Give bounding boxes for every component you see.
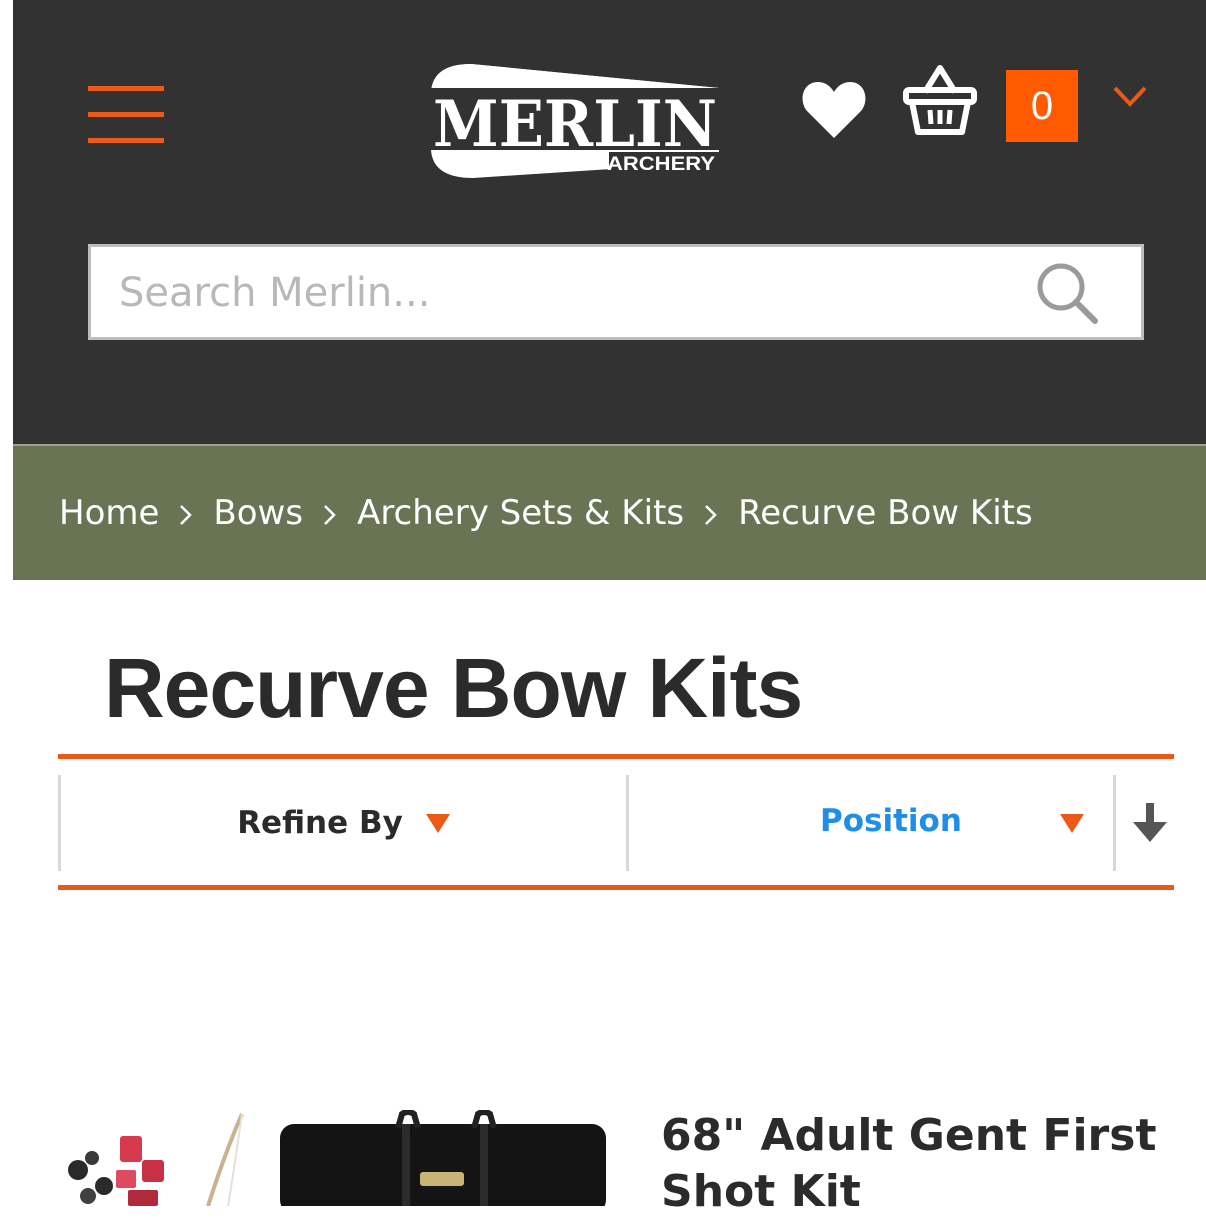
site-header: MERLIN ARCHERY 0: [13, 0, 1206, 444]
page-title: Recurve Bow Kits: [104, 641, 803, 735]
chevron-right-icon: [303, 493, 357, 533]
search-icon[interactable]: [1035, 261, 1099, 325]
search-input[interactable]: [117, 247, 1001, 339]
logo-sub-text: ARCHERY: [607, 154, 715, 175]
basket-icon[interactable]: [903, 62, 977, 138]
logo-main-text: MERLIN: [433, 87, 717, 162]
toolbar-divider: [1113, 775, 1116, 871]
search-bar: [88, 244, 1144, 340]
product-image[interactable]: [58, 1110, 618, 1206]
breadcrumb-bows[interactable]: Bows: [213, 493, 303, 533]
breadcrumb-archery-sets-kits[interactable]: Archery Sets & Kits: [357, 493, 684, 533]
arrow-down-icon[interactable]: [1132, 802, 1168, 844]
toolbar-divider: [626, 775, 629, 871]
refine-by-label: Refine By: [237, 805, 403, 841]
sort-selected-value: Position: [820, 803, 962, 839]
sort-select[interactable]: Position: [631, 774, 1114, 872]
toolbar-bottom-rule: [58, 885, 1174, 890]
chevron-right-icon: [684, 493, 738, 533]
product-title[interactable]: 68" Adult Gent First Shot Kit: [661, 1108, 1161, 1220]
listing-toolbar: Refine By Position: [58, 754, 1174, 892]
breadcrumb: Home Bows Archery Sets & Kits Recurve Bo…: [13, 444, 1206, 580]
triangle-down-icon: [1060, 814, 1084, 833]
hamburger-menu-icon[interactable]: [88, 86, 164, 146]
breadcrumb-home[interactable]: Home: [59, 493, 159, 533]
toolbar-top-rule: [58, 754, 1174, 759]
merlin-archery-logo[interactable]: MERLIN ARCHERY: [429, 62, 721, 180]
page-edge: [0, 0, 13, 1206]
breadcrumb-current: Recurve Bow Kits: [738, 493, 1033, 533]
cart-count-badge[interactable]: 0: [1006, 70, 1078, 142]
chevron-down-icon[interactable]: [1113, 84, 1147, 110]
chevron-right-icon: [159, 493, 213, 533]
refine-by-button[interactable]: Refine By: [61, 774, 627, 872]
heart-icon[interactable]: [801, 78, 867, 142]
triangle-down-icon: [425, 814, 450, 833]
